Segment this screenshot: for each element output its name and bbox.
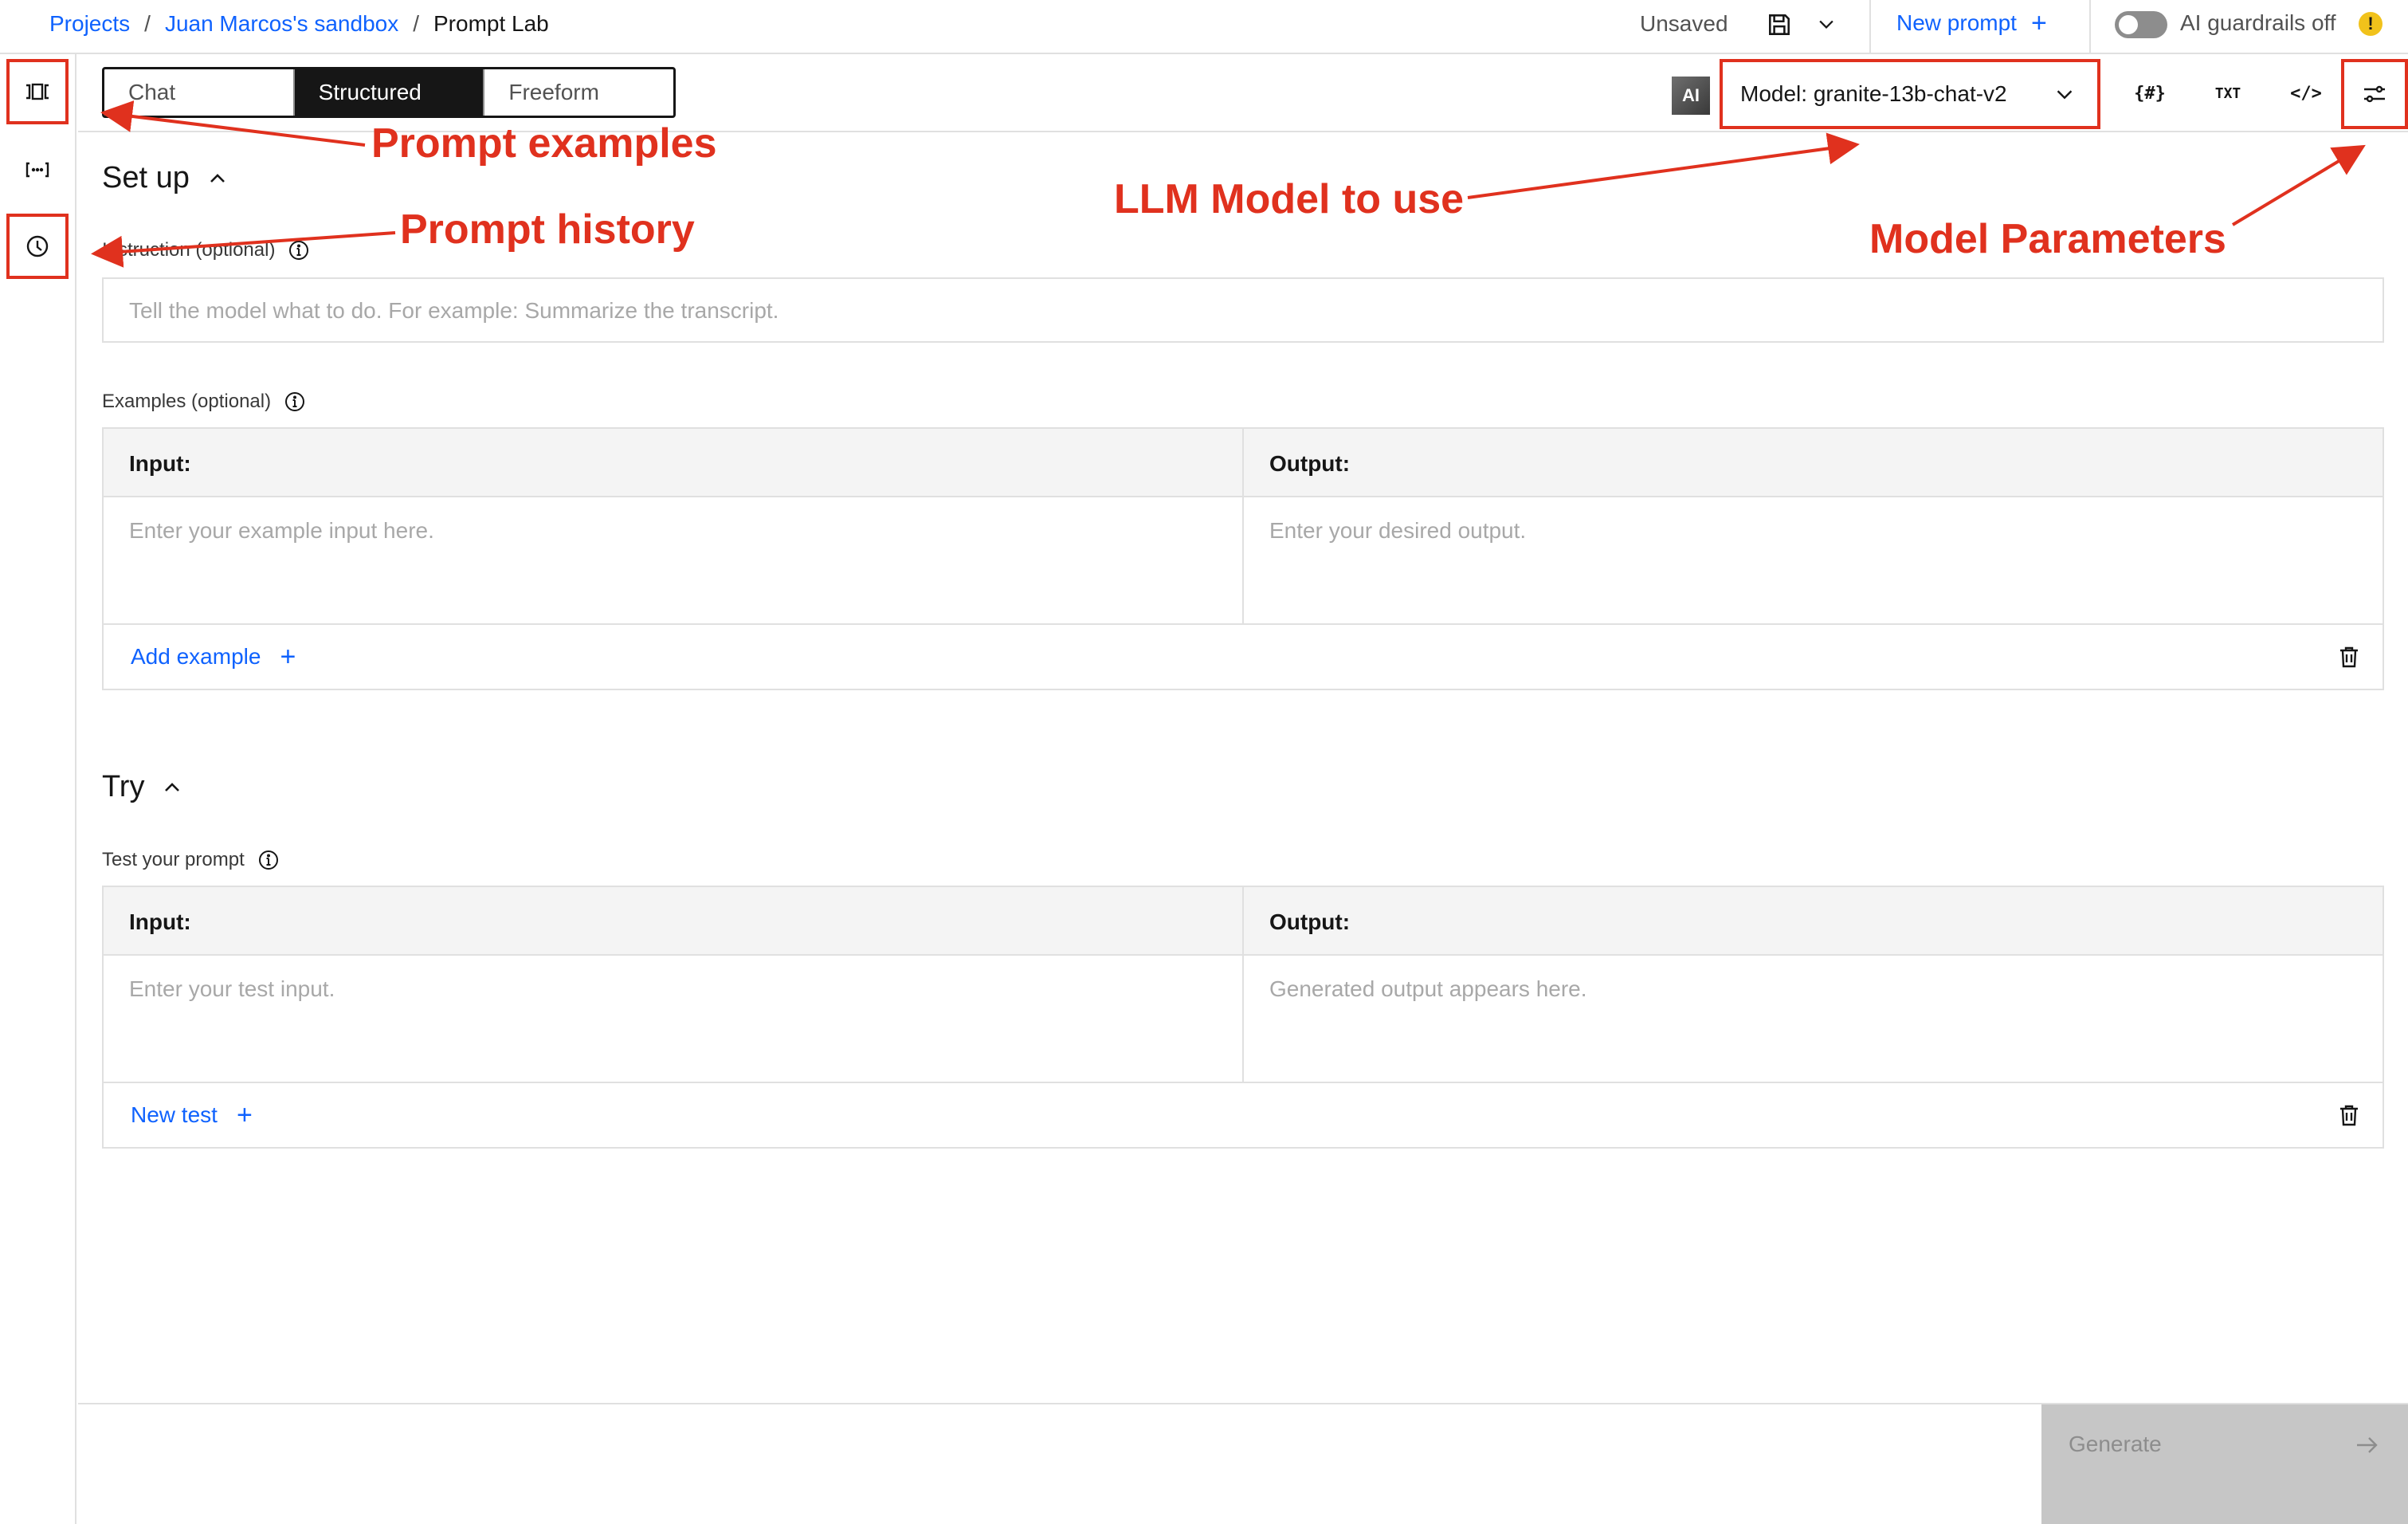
plus-icon[interactable]: + [237, 1102, 253, 1129]
table-row: Enter your example input here. Enter you… [104, 497, 2383, 625]
instruction-label: Instruction (optional) [102, 239, 310, 261]
annotation-llm-model: LLM Model to use [1114, 176, 1465, 222]
prompt-examples-button[interactable] [6, 59, 69, 124]
examples-label-text: Examples (optional) [102, 391, 272, 412]
add-example-button[interactable]: Add example [131, 644, 261, 670]
guardrails-label: AI guardrails off [2180, 10, 2336, 35]
setup-section-toggle[interactable]: Set up [102, 161, 228, 195]
mode-switcher: Chat Structured Freeform [102, 67, 676, 118]
arrow-llm-model [1467, 132, 1860, 199]
table-header: Input: Output: [104, 429, 2383, 497]
test-footer: New test + [104, 1083, 2383, 1147]
test-label: Test your prompt [102, 849, 280, 871]
arrow-right-icon [2357, 1437, 2378, 1453]
carousel-icon [26, 83, 49, 100]
info-icon[interactable] [284, 391, 306, 413]
generated-output-field: Generated output appears here. [1242, 956, 2383, 1082]
annotation-prompt-examples: Prompt examples [371, 120, 717, 167]
instruction-label-text: Instruction (optional) [102, 239, 276, 261]
chevron-down-icon[interactable] [1815, 13, 1837, 35]
breadcrumb-sandbox[interactable]: Juan Marcos's sandbox [165, 11, 398, 37]
examples-table: Input: Output: Enter your example input … [102, 427, 2384, 690]
chevron-up-icon [165, 782, 180, 791]
try-title: Try [102, 770, 145, 803]
warning-icon: ! [2359, 12, 2383, 36]
model-label: Model: granite-13b-chat-v2 [1740, 81, 2007, 106]
table-header: Input: Output: [104, 887, 2383, 956]
sliders-icon [2364, 85, 2385, 103]
test-table: Input: Output: Enter your test input. Ge… [102, 886, 2384, 1149]
breadcrumb-projects[interactable]: Projects [49, 11, 130, 37]
variables-button[interactable] [6, 137, 69, 202]
breadcrumb: Projects / Juan Marcos's sandbox / Promp… [49, 8, 549, 40]
ai-badge: AI [1672, 77, 1710, 115]
view-code-icon[interactable]: </> [2282, 75, 2330, 112]
new-prompt-label: New prompt [1896, 10, 2017, 35]
model-parameters-button[interactable] [2341, 59, 2408, 129]
examples-label: Examples (optional) [102, 391, 306, 413]
input-column-header: Input: [129, 451, 191, 476]
new-test-button[interactable]: New test [131, 1102, 218, 1128]
tab-structured[interactable]: Structured [292, 69, 484, 116]
divider [2089, 0, 2091, 54]
breadcrumb-separator: / [413, 11, 419, 36]
test-input-field[interactable]: Enter your test input. [104, 956, 1242, 1082]
left-rail [0, 54, 76, 1524]
example-output-field[interactable]: Enter your desired output. [1242, 497, 2383, 623]
trash-icon[interactable] [2336, 644, 2362, 670]
model-select[interactable]: Model: granite-13b-chat-v2 [1720, 59, 2100, 129]
chevron-up-icon [210, 173, 225, 183]
prompt-variables-icon[interactable]: {#} [2126, 75, 2174, 112]
setup-title: Set up [102, 161, 190, 194]
divider [1869, 0, 1871, 54]
generate-button[interactable]: Generate [2041, 1404, 2408, 1524]
input-column-header: Input: [129, 909, 191, 934]
breadcrumb-separator: / [144, 11, 151, 36]
annotation-model-parameters: Model Parameters [1869, 216, 2226, 262]
new-prompt-button[interactable]: New prompt + [1896, 10, 2047, 37]
tab-chat[interactable]: Chat [104, 69, 293, 116]
examples-footer: Add example + [104, 625, 2383, 689]
output-column-header: Output: [1242, 429, 2383, 496]
save-icon[interactable] [1766, 11, 1793, 38]
plus-icon: + [2030, 8, 2047, 38]
text-view-icon[interactable]: TXT [2204, 75, 2252, 112]
generate-label: Generate [2069, 1432, 2162, 1456]
example-input-field[interactable]: Enter your example input here. [104, 497, 1242, 623]
prompt-history-button[interactable] [6, 214, 69, 279]
clock-icon [26, 235, 49, 257]
output-column-header: Output: [1242, 887, 2383, 954]
instruction-input[interactable]: Tell the model what to do. For example: … [102, 277, 2384, 343]
top-bar: Projects / Juan Marcos's sandbox / Promp… [0, 0, 2408, 54]
test-label-text: Test your prompt [102, 849, 245, 870]
annotation-prompt-history: Prompt history [400, 206, 695, 253]
try-section-toggle[interactable]: Try [102, 770, 182, 804]
save-status: Unsaved [1640, 11, 1728, 36]
chevron-down-icon [2057, 90, 2073, 100]
footer-bar: Generate [78, 1403, 2408, 1524]
breadcrumb-current: Prompt Lab [433, 11, 549, 36]
plus-icon[interactable]: + [280, 643, 296, 670]
info-icon[interactable] [288, 239, 310, 261]
trash-icon[interactable] [2336, 1102, 2362, 1128]
guardrails-toggle[interactable] [2115, 11, 2167, 38]
table-row: Enter your test input. Generated output … [104, 956, 2383, 1083]
info-icon[interactable] [257, 849, 280, 871]
brackets-icon [25, 162, 49, 178]
tab-freeform[interactable]: Freeform [483, 69, 673, 116]
arrow-model-parameters [2231, 144, 2366, 226]
